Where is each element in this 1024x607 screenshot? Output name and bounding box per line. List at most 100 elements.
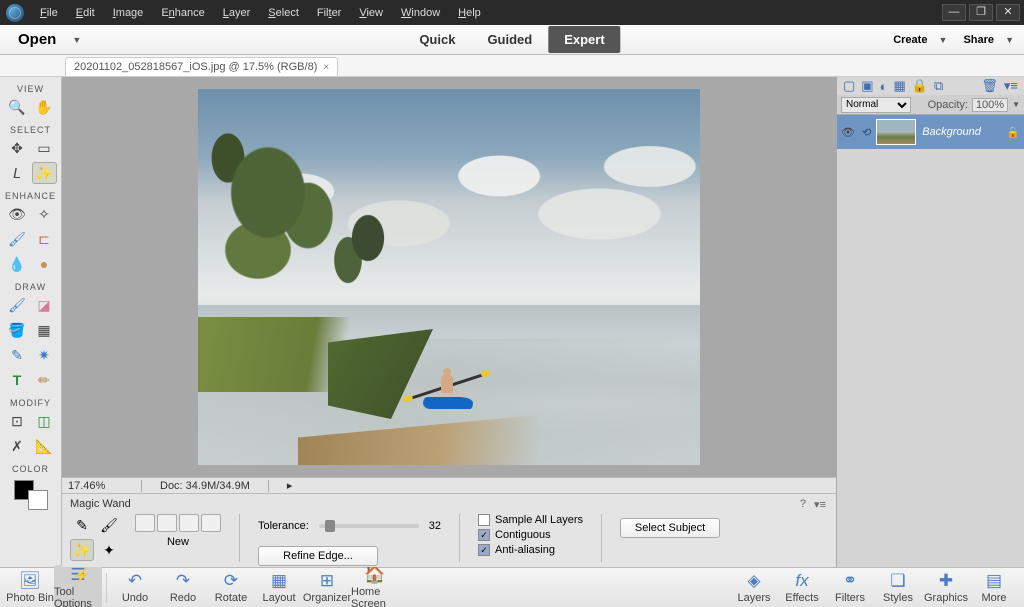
sponge-tool[interactable]: ● [32,253,57,275]
selection-mode-icons [135,514,221,532]
maximize-button[interactable]: ❐ [969,4,993,21]
mode-guided[interactable]: Guided [471,26,548,53]
opacity-value[interactable]: 100% [972,98,1008,112]
status-bar: 17.46% Doc: 34.9M/34.9M ▸ [62,477,836,493]
marquee-tool[interactable]: ▭ [32,137,57,159]
contiguous-checkbox[interactable]: ✓ [478,529,490,541]
panel-menu-icon[interactable]: ▾≡ [1004,78,1018,94]
layer-mask-icon[interactable]: ▦ [893,78,905,94]
wand-variants: ✎ 🖌 ✨ ✦ ⚡ [70,514,121,586]
graphics-button[interactable]: ✚Graphics [922,571,970,604]
lock-layer-icon[interactable]: 🔒 [912,78,928,94]
content-move-tool[interactable]: ✗ [5,435,30,457]
move-tool[interactable]: ✥ [5,137,30,159]
magic-wand-variant[interactable]: ✨ [70,539,94,561]
menu-select[interactable]: Select [260,4,307,22]
layer-name[interactable]: Background [922,126,981,138]
menu-view[interactable]: View [351,4,391,22]
create-button[interactable]: Create ▼ [893,34,947,46]
filters-button[interactable]: ⚭Filters [826,571,874,604]
new-selection-icon[interactable] [135,514,155,532]
sample-all-checkbox[interactable] [478,514,490,526]
paint-bucket-tool[interactable]: 🪣 [5,319,30,341]
menu-edit[interactable]: Edit [68,4,103,22]
close-button[interactable]: ✕ [996,4,1020,21]
help-icon[interactable]: ? [800,498,806,511]
lock-icon[interactable]: 🔒 [1006,126,1020,139]
layer-group-icon[interactable]: ▣ [861,78,873,94]
gradient-tool[interactable]: ▦ [32,319,57,341]
tolerance-value[interactable]: 32 [429,520,441,532]
zoom-tool[interactable]: 🔍 [5,96,30,118]
menu-enhance[interactable]: Enhance [153,4,212,22]
mode-expert[interactable]: Expert [548,26,620,53]
tool-group-modify: MODIFY [10,398,51,408]
menu-window[interactable]: Window [393,4,448,22]
smart-brush-tool[interactable]: 🖌 [5,228,30,250]
color-swatches[interactable] [14,480,48,510]
new-layer-icon[interactable]: ▢ [843,78,855,94]
shape-tool[interactable]: ✷ [32,344,57,366]
options-menu-icon[interactable]: ▾≡ [814,498,826,511]
text-tool[interactable]: T [5,369,30,391]
intersect-selection-icon[interactable] [201,514,221,532]
eyedropper-tool[interactable]: ✎ [5,344,30,366]
opacity-dropdown-icon[interactable]: ▼ [1012,100,1020,109]
link-layers-icon[interactable]: ⧉ [934,78,943,94]
add-selection-icon[interactable] [157,514,177,532]
menu-help[interactable]: Help [450,4,489,22]
brush-tool[interactable]: 🖌 [5,294,30,316]
canvas[interactable] [62,77,836,477]
menu-layer[interactable]: Layer [215,4,259,22]
refine-edge-button[interactable]: Refine Edge... [258,546,378,566]
background-color[interactable] [28,490,48,510]
mode-quick[interactable]: Quick [403,26,471,53]
open-dropdown-icon[interactable]: ▼ [72,35,81,45]
magic-wand-tool[interactable]: ✨ [32,162,57,184]
adjustment-layer-icon[interactable]: ◐ [880,79,888,94]
canvas-wrap: 17.46% Doc: 34.9M/34.9M ▸ Magic Wand ? ▾… [62,77,836,567]
minimize-button[interactable]: — [942,4,966,21]
hand-tool[interactable]: ✋ [32,96,57,118]
menu-filter[interactable]: Filter [309,4,349,22]
crop-tool[interactable]: ⊡ [5,410,30,432]
document-tab[interactable]: 20201102_052818567_iOS.jpg @ 17.5% (RGB/… [65,57,338,76]
antialias-checkbox[interactable]: ✓ [478,544,490,556]
straighten-tool[interactable]: 📐 [32,435,57,457]
auto-selection-tool[interactable]: ⚡ [70,564,94,586]
menu-image[interactable]: Image [105,4,152,22]
eraser-tool[interactable]: ◪ [32,294,57,316]
menu-file[interactable]: File [32,4,66,22]
redeye-tool[interactable]: 👁 [5,203,30,225]
refine-selection-tool[interactable]: ✦ [97,539,121,561]
tolerance-slider[interactable] [319,524,419,528]
select-subject-button[interactable]: Select Subject [620,518,720,538]
graphics-icon: ✚ [934,571,958,591]
pencil-tool[interactable]: ✏ [32,369,57,391]
lasso-tool[interactable]: 𝘓 [5,162,30,184]
more-button[interactable]: ▤More [970,571,1018,604]
styles-button[interactable]: ❏Styles [874,571,922,604]
status-arrow-icon[interactable]: ▸ [287,479,293,492]
subtract-selection-icon[interactable] [179,514,199,532]
link-icon[interactable]: ⟲ [861,126,870,139]
close-tab-icon[interactable]: × [323,62,329,73]
quick-selection-tool[interactable]: ✎ [70,514,94,536]
recompose-tool[interactable]: ◫ [32,410,57,432]
status-zoom[interactable]: 17.46% [68,480,123,492]
photo-bin-button[interactable]: 🖼Photo Bin [6,571,54,604]
clone-stamp-tool[interactable]: ⊏ [32,228,57,250]
visibility-icon[interactable]: 👁 [841,126,855,139]
layer-thumbnail[interactable] [876,119,916,145]
selection-brush-tool[interactable]: 🖌 [97,514,121,536]
layer-row-background[interactable]: 👁 ⟲ Background 🔒 [837,115,1024,149]
spot-heal-tool[interactable]: ✧ [32,203,57,225]
blend-mode-select[interactable]: Normal [841,97,911,113]
tool-group-enhance: ENHANCE [5,191,56,201]
open-button[interactable]: Open [10,27,64,52]
document-tab-label: 20201102_052818567_iOS.jpg @ 17.5% (RGB/… [74,61,317,73]
photo-bin-icon: 🖼 [18,571,42,591]
share-button[interactable]: Share ▼ [963,34,1014,46]
delete-layer-icon[interactable]: 🗑 [981,78,998,94]
blur-tool[interactable]: 💧 [5,253,30,275]
